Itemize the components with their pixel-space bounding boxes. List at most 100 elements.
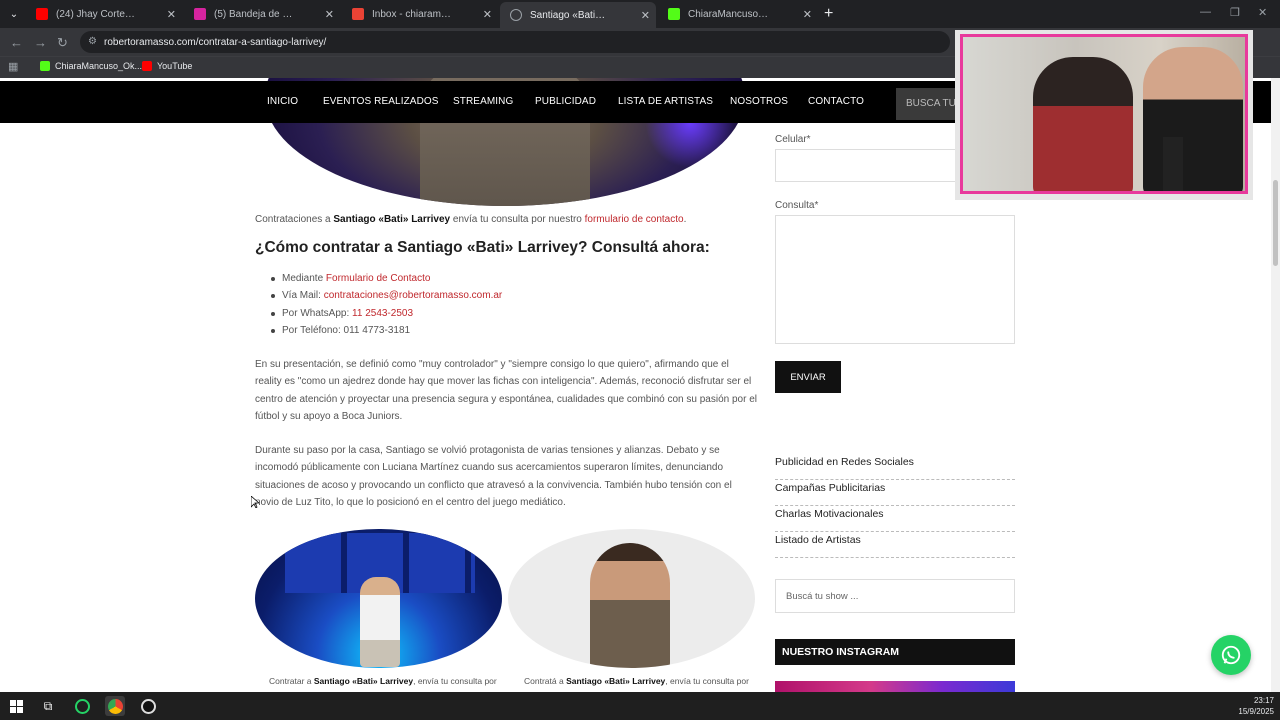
task-view-icon[interactable]: ⧉ (38, 696, 58, 716)
nav-lista-artistas[interactable]: LISTA DE ARTISTAS (618, 96, 713, 107)
close-window-icon[interactable]: ✕ (1258, 6, 1267, 19)
consulta-label: Consulta* (775, 200, 819, 211)
gmail-icon (352, 8, 364, 20)
chrome-logo (107, 698, 123, 714)
submit-button[interactable]: ENVIAR (775, 361, 841, 393)
intro-name: Santiago «Bati» Larrivey (333, 214, 451, 225)
list-item: Por Teléfono: 011 4773-3181 (271, 322, 502, 339)
tab-label: ChiaraMancuso_Ok Stream - Wi (688, 8, 772, 20)
apps-grid-icon[interactable]: ▦ (8, 60, 18, 73)
contact-list: Mediante Formulario de Contacto Vía Mail… (271, 270, 502, 340)
youtube-icon (36, 8, 48, 20)
obs-logo (140, 698, 156, 714)
sidebar-link-publicidad[interactable]: Publicidad en Redes Sociales (775, 454, 1015, 480)
tab-youtube[interactable]: (24) Jhay Cortez, J. Balvin, Bad B ✕ (26, 3, 182, 25)
microphone (1163, 137, 1183, 191)
nav-search-input[interactable]: BUSCA TU S (896, 88, 960, 120)
chrome-app-icon[interactable] (105, 696, 125, 716)
kick-icon (668, 8, 680, 20)
nav-publicidad[interactable]: PUBLICIDAD (535, 96, 596, 107)
whatsapp-float-button[interactable] (1211, 635, 1251, 675)
youtube-icon (142, 61, 152, 71)
nav-streaming[interactable]: STREAMING (453, 96, 513, 107)
caption-pre: Contratá a (524, 676, 567, 686)
tab-gmail[interactable]: Inbox - chiaramancuso.kick@g ✕ (342, 3, 498, 25)
contact-form-link[interactable]: formulario de contacto (585, 214, 684, 225)
intro-mid: envía tu consulta por nuestro (450, 214, 585, 225)
bookmark-label: YouTube (157, 61, 193, 71)
reload-icon[interactable]: ↻ (57, 35, 68, 51)
tab-label: (24) Jhay Cortez, J. Balvin, Bad B (56, 8, 136, 20)
contact-prefix: Por WhatsApp: (282, 307, 353, 319)
artist-photo-stage[interactable] (255, 529, 502, 668)
close-icon[interactable]: ✕ (325, 8, 334, 21)
tab-active-page[interactable]: Santiago «Bati» Larrivey | Ram ✕ (500, 2, 656, 28)
nav-nosotros[interactable]: NOSOTROS (730, 96, 788, 107)
webcam-overlay (955, 30, 1253, 200)
sidebar-link-charlas[interactable]: Charlas Motivacionales (775, 506, 1015, 532)
close-icon[interactable]: ✕ (483, 8, 492, 21)
bookmark-kick[interactable]: ChiaraMancuso_Ok... (40, 61, 142, 71)
streamer-right (1143, 47, 1243, 191)
whatsapp-icon (1221, 645, 1241, 665)
clock-date: 15/9/2025 (1238, 707, 1274, 716)
show-search-input[interactable]: Buscá tu show ... (775, 579, 1015, 613)
phone-number: 011 4773-3181 (343, 325, 411, 337)
tab-kick-stream[interactable]: ChiaraMancuso_Ok Stream - Wi ✕ (658, 3, 818, 25)
instagram-feed-image[interactable] (775, 681, 1015, 692)
instagram-heading: NUESTRO INSTAGRAM (775, 639, 1015, 665)
forward-icon[interactable]: → (34, 35, 47, 50)
streamer-left (1033, 57, 1133, 191)
whatsapp-app-icon[interactable] (72, 696, 92, 716)
contact-form-link[interactable]: Formulario de Contacto (326, 273, 431, 284)
system-clock[interactable]: 23:17 15/9/2025 (1238, 695, 1274, 717)
clock-time: 23:17 (1253, 696, 1274, 705)
url-bar[interactable]: ⚙ robertoramasso.com/contratar-a-santiag… (80, 31, 950, 53)
contact-prefix: Por Teléfono: (282, 325, 344, 337)
loading-icon (510, 9, 522, 21)
back-icon[interactable]: ← (10, 35, 23, 50)
bio-paragraph-1: En su presentación, se definió como "muy… (255, 359, 757, 423)
whatsapp-link[interactable]: 11 2543-2503 (352, 308, 413, 319)
page-scrollbar[interactable] (1271, 78, 1280, 692)
sidebar-link-listado[interactable]: Listado de Artistas (775, 532, 1015, 558)
close-icon[interactable]: ✕ (641, 9, 650, 22)
caption-name: Santiago «Bati» Larrivey (566, 676, 666, 686)
intro-text: Contrataciones a Santiago «Bati» Larrive… (255, 211, 755, 228)
tab-label: Santiago «Bati» Larrivey | Ram (530, 9, 610, 21)
browser-tab-bar: ⌄ (24) Jhay Cortez, J. Balvin, Bad B ✕ (… (0, 0, 1280, 28)
intro-pre: Contrataciones a (255, 214, 334, 225)
obs-app-icon[interactable] (138, 696, 158, 716)
page-heading: ¿Cómo contratar a Santiago «Bati» Larriv… (255, 239, 710, 256)
sidebar-link-campanas[interactable]: Campañas Publicitarias (775, 480, 1015, 506)
instagram-icon (194, 8, 206, 20)
close-icon[interactable]: ✕ (803, 8, 812, 21)
kick-icon (40, 61, 50, 71)
email-link[interactable]: contrataciones@robertoramasso.com.ar (324, 290, 503, 301)
tab-search-chevron-icon[interactable]: ⌄ (6, 6, 22, 22)
webcam-frame (960, 34, 1248, 194)
new-tab-icon[interactable]: + (824, 5, 833, 23)
url-text: robertoramasso.com/contratar-a-santiago-… (104, 36, 327, 48)
tab-label: Inbox - chiaramancuso.kick@g (372, 8, 452, 20)
maximize-icon[interactable]: ❐ (1230, 6, 1240, 19)
photo-caption-2: Contratá a Santiago «Bati» Larrivey, env… (524, 676, 749, 686)
mouse-cursor-icon (251, 496, 259, 508)
celular-label: Celular* (775, 134, 811, 145)
nav-inicio[interactable]: INICIO (267, 96, 298, 107)
bio-paragraph-2: Durante su paso por la casa, Santiago se… (255, 445, 732, 509)
artist-photo-portrait[interactable] (508, 529, 755, 668)
scrollbar-thumb[interactable] (1273, 180, 1278, 266)
bookmark-youtube[interactable]: YouTube (142, 61, 192, 71)
minimize-icon[interactable]: — (1200, 6, 1211, 18)
photo-person (360, 577, 400, 667)
close-icon[interactable]: ✕ (167, 8, 176, 21)
list-item: Por WhatsApp: 11 2543-2503 (271, 305, 502, 322)
photo-person (590, 543, 670, 668)
consulta-textarea[interactable] (775, 215, 1015, 344)
site-info-icon[interactable]: ⚙ (88, 36, 99, 47)
nav-eventos[interactable]: EVENTOS REALIZADOS (323, 96, 439, 107)
nav-contacto[interactable]: CONTACTO (808, 96, 864, 107)
windows-start-icon[interactable] (6, 696, 26, 716)
tab-instagram[interactable]: (5) Bandeja de entrada • Chats ✕ (184, 3, 340, 25)
